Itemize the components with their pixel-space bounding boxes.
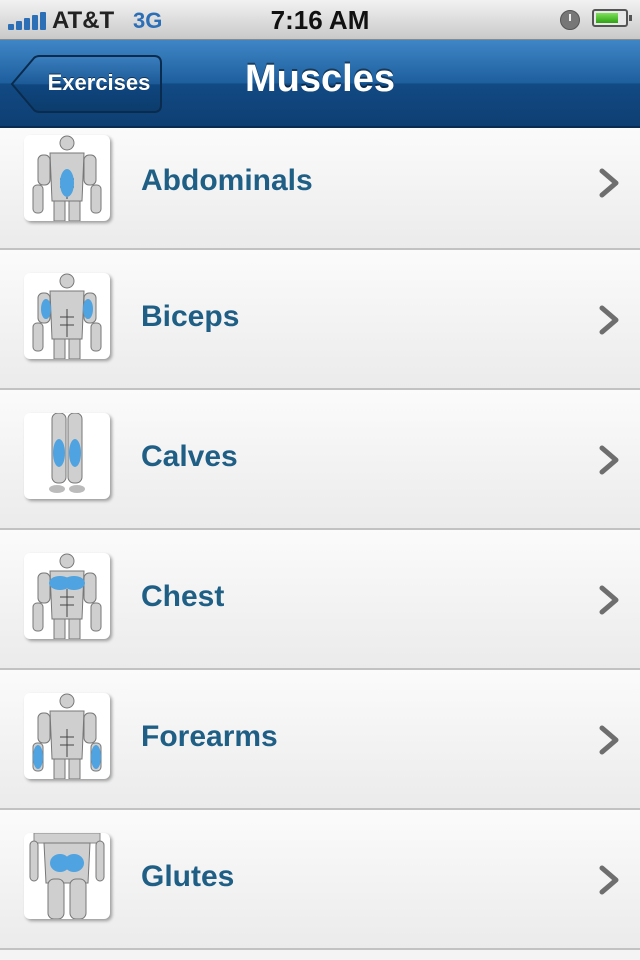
status-time: 7:16 AM <box>270 5 370 35</box>
muscle-row-chest[interactable]: Chest <box>0 530 640 670</box>
chest-anatomy-icon <box>24 553 110 639</box>
chevron-right-icon <box>598 725 622 755</box>
calves-anatomy-icon <box>24 413 110 499</box>
alarm-icon <box>560 10 580 30</box>
chevron-right-icon <box>598 445 622 475</box>
battery-icon <box>592 9 632 27</box>
muscle-row-forearms[interactable]: Forearms <box>0 670 640 810</box>
muscle-list: Abdominals Biceps Calves Chest Forearms Glute… <box>0 128 640 950</box>
muscle-label: Chest <box>141 580 225 613</box>
page-title: Muscles <box>245 58 395 100</box>
muscle-row-biceps[interactable]: Biceps <box>0 250 640 390</box>
muscle-label: Calves <box>141 440 238 473</box>
muscle-label: Forearms <box>141 720 278 753</box>
forearms-anatomy-icon <box>24 693 110 779</box>
chevron-right-icon <box>598 585 622 615</box>
navigation-bar: Exercises Muscles <box>0 40 640 128</box>
status-bar: AT&T 3G 7:16 AM <box>0 0 640 40</box>
chevron-right-icon <box>598 865 622 895</box>
muscle-row-abdominals[interactable]: Abdominals <box>0 128 640 250</box>
chevron-right-icon <box>598 168 622 198</box>
glutes-anatomy-icon <box>24 833 110 919</box>
muscle-row-glutes[interactable]: Glutes <box>0 810 640 950</box>
muscle-row-calves[interactable]: Calves <box>0 390 640 530</box>
muscle-label: Glutes <box>141 860 235 893</box>
abdominals-anatomy-icon <box>24 135 110 221</box>
muscle-label: Biceps <box>141 300 240 333</box>
biceps-anatomy-icon <box>24 273 110 359</box>
chevron-right-icon <box>598 305 622 335</box>
muscle-label: Abdominals <box>141 164 313 197</box>
